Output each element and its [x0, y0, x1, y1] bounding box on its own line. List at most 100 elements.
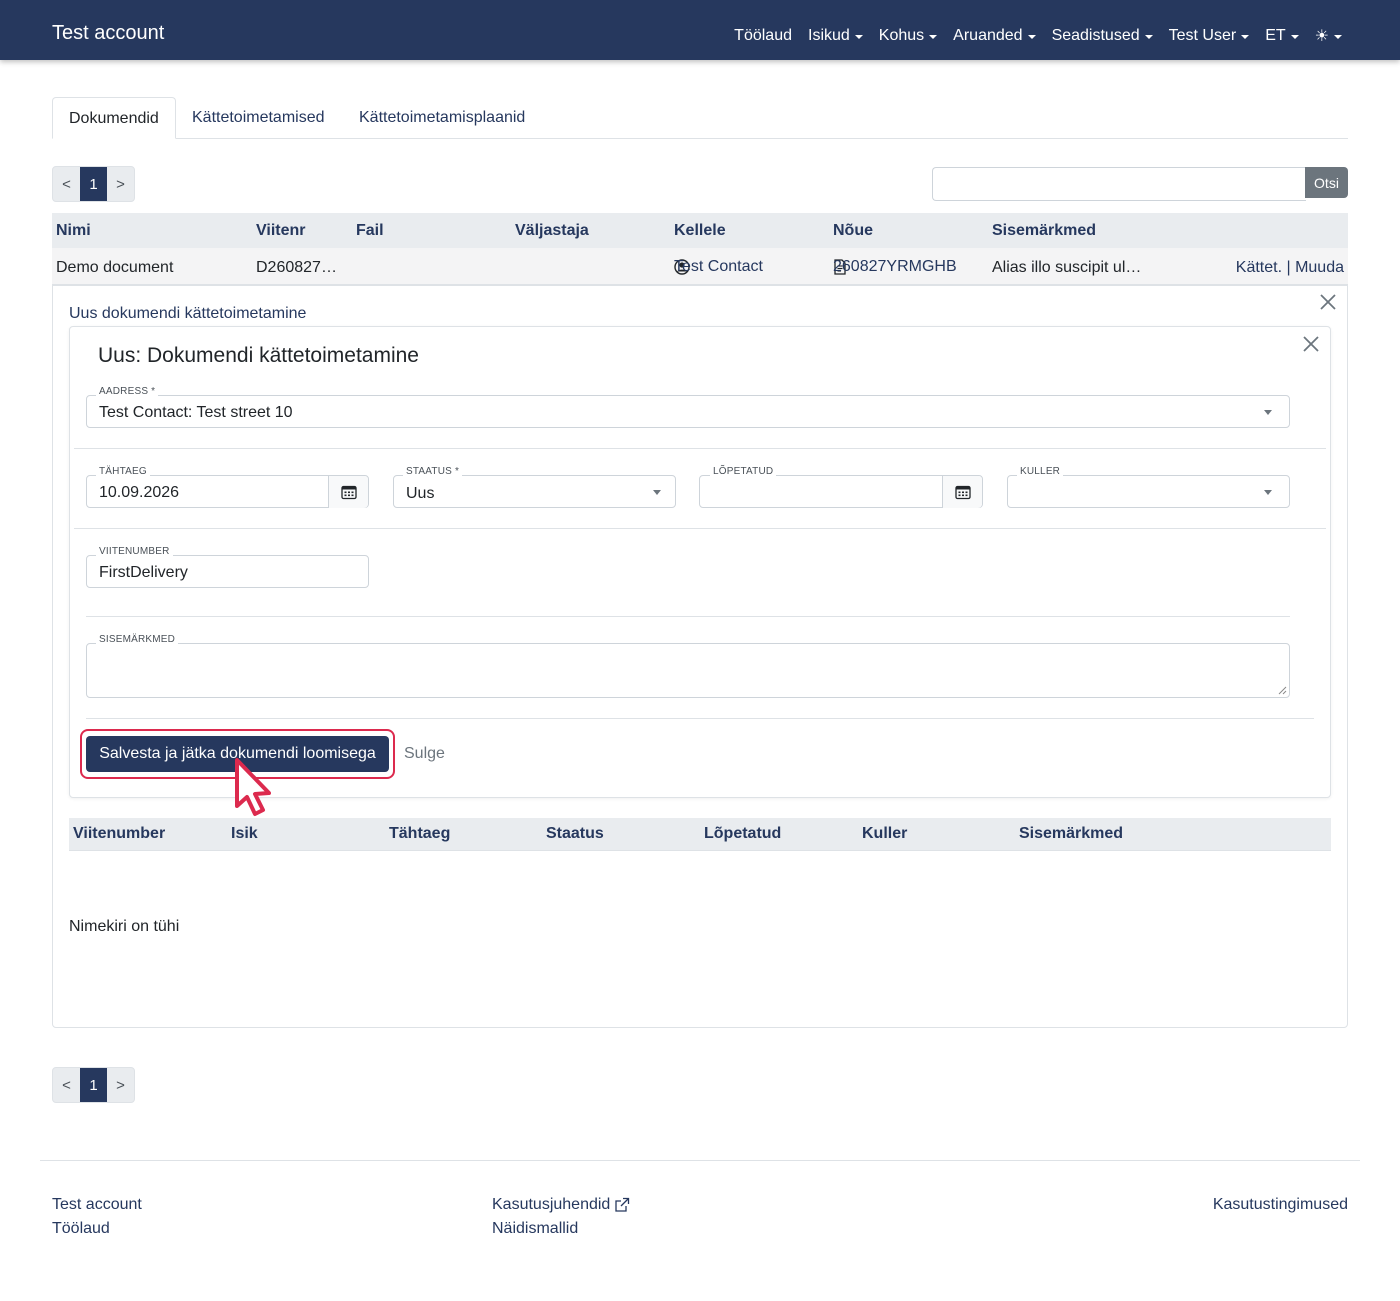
tab-dokumendid[interactable]: Dokumendid	[52, 97, 176, 139]
reference-number-value: FirstDelivery	[99, 564, 188, 581]
pagination-top: < 1 >	[52, 166, 135, 202]
empty-list-message: Nimekiri on tühi	[69, 918, 180, 935]
top-navbar: Test account Töölaud Isikud Kohus Aruand…	[0, 0, 1400, 60]
column-header-viitenumber[interactable]: Viitenumber	[73, 825, 165, 843]
column-header-valjastaja[interactable]: Väljastaja	[515, 222, 589, 240]
edit-link[interactable]: Muuda	[1295, 259, 1344, 276]
nav-item-toolaud[interactable]: Töölaud	[734, 27, 792, 45]
reference-number-label: VIITENUMBER	[96, 546, 173, 557]
chevron-down-icon	[653, 490, 661, 495]
form-title: Uus: Dokumendi kättetoimetamine	[98, 344, 419, 367]
internal-notes-label: SISEMÄRKMED	[96, 634, 179, 645]
deliveries-table-header: Viitenumber Isik Tähtaeg Staatus Lõpetat…	[69, 818, 1331, 851]
pager-page-button[interactable]: 1	[80, 167, 107, 201]
pager-prev-button[interactable]: <	[53, 167, 80, 201]
nav-item-label: Isikud	[808, 27, 850, 44]
pager-next-button[interactable]: >	[107, 167, 134, 201]
divider	[86, 616, 1290, 617]
mouse-pointer-icon	[235, 758, 271, 816]
footer-link-account[interactable]: Test account	[52, 1196, 142, 1214]
action-separator: |	[1286, 259, 1291, 276]
cell-nimi: Demo document	[56, 259, 174, 276]
brand-link[interactable]: Test account	[52, 22, 164, 45]
column-header-tahtaeg[interactable]: Tähtaeg	[389, 825, 450, 843]
nav-item-seadistused[interactable]: Seadistused	[1052, 27, 1153, 45]
footer-link-templates[interactable]: Näidismallid	[492, 1220, 578, 1238]
close-icon[interactable]	[1301, 334, 1321, 359]
panel-title: Uus dokumendi kättetoimetamine	[69, 305, 307, 322]
column-header-isik[interactable]: Isik	[231, 825, 258, 843]
calendar-button[interactable]	[328, 476, 368, 508]
due-date-label: TÄHTAEG	[96, 466, 150, 477]
reference-number-input[interactable]: FirstDelivery	[86, 555, 369, 588]
pager-next-button[interactable]: >	[107, 1068, 134, 1102]
column-header-sisemarkmed[interactable]: Sisemärkmed	[992, 222, 1096, 240]
nav-item-label: Kohus	[878, 27, 925, 44]
column-header-fail[interactable]: Fail	[356, 222, 384, 240]
column-header-lopetatud[interactable]: Lõpetatud	[704, 825, 781, 843]
courier-select[interactable]	[1007, 475, 1290, 508]
nav-item-aruanded[interactable]: Aruanded	[953, 27, 1036, 45]
caret-down-icon	[1290, 35, 1299, 39]
nav-item-label: Seadistused	[1051, 27, 1140, 44]
external-link-icon	[615, 1197, 630, 1212]
caret-down-icon	[1144, 35, 1153, 39]
nav-item-kohus[interactable]: Kohus	[878, 27, 938, 45]
pagination-bottom: < 1 >	[52, 1067, 135, 1103]
deliver-link[interactable]: Kättet.	[1236, 259, 1282, 276]
theme-toggle[interactable]: ☀	[1315, 26, 1342, 46]
caret-down-icon	[1241, 35, 1250, 39]
close-button[interactable]: Sulge	[404, 745, 445, 763]
nav-item-label: Aruanded	[953, 27, 1023, 44]
footer-divider	[40, 1160, 1360, 1161]
chevron-down-icon	[1264, 410, 1272, 415]
nav-item-label: Test User	[1168, 27, 1237, 44]
contact-link-label: Test Contact	[674, 258, 763, 275]
column-header-noue[interactable]: Nõue	[833, 222, 873, 240]
cell-sisemarkmed: Alias illo suscipit ul…	[992, 259, 1142, 276]
address-select[interactable]: Test Contact: Test street 10	[86, 395, 1290, 428]
nav-item-user[interactable]: Test User	[1169, 27, 1250, 45]
contact-link[interactable]: Test Contact	[674, 258, 763, 275]
due-date-field[interactable]: 10.09.2026	[86, 475, 369, 508]
calendar-button[interactable]	[942, 476, 982, 508]
column-header-viitenr[interactable]: Viitenr	[256, 222, 306, 240]
footer-link-manuals-label: Kasutusjuhendid	[492, 1196, 611, 1213]
claim-link-label: 260827YRMGHB	[833, 258, 957, 275]
due-date-value: 10.09.2026	[99, 484, 180, 501]
claim-link[interactable]: 260827YRMGHB	[833, 258, 957, 275]
tab-bar: Dokumendid Kättetoimetamised Kättetoimet…	[52, 97, 1348, 139]
footer-link-toolaud[interactable]: Töölaud	[52, 1220, 110, 1238]
footer-link-manuals[interactable]: Kasutusjuhendid	[492, 1196, 630, 1214]
column-header-staatus[interactable]: Staatus	[546, 825, 604, 843]
chevron-down-icon	[1264, 490, 1272, 495]
caret-down-icon	[929, 35, 938, 39]
caret-down-icon	[1334, 35, 1342, 39]
status-label: STAATUS *	[403, 466, 463, 477]
close-icon[interactable]	[1318, 292, 1338, 317]
internal-notes-textarea[interactable]	[86, 643, 1290, 698]
address-label: AADRESS *	[96, 386, 159, 397]
nav-item-isikud[interactable]: Isikud	[808, 27, 863, 45]
divider	[74, 448, 1326, 449]
column-header-nimi[interactable]: Nimi	[56, 222, 91, 240]
row-actions: Kättet. | Muuda	[1236, 259, 1344, 277]
column-header-sisemarkmed[interactable]: Sisemärkmed	[1019, 825, 1123, 843]
search-input[interactable]	[932, 167, 1306, 201]
completed-date-field[interactable]	[699, 475, 983, 508]
nav-item-language[interactable]: ET	[1265, 27, 1299, 45]
column-header-kuller[interactable]: Kuller	[862, 825, 907, 843]
caret-down-icon	[1027, 35, 1036, 39]
divider	[74, 528, 1326, 529]
tab-kattetoimetamised[interactable]: Kättetoimetamised	[176, 97, 341, 139]
footer-link-terms[interactable]: Kasutustingimused	[1213, 1196, 1348, 1214]
pager-page-button[interactable]: 1	[80, 1068, 107, 1102]
tab-kattetoimetamisplaanid[interactable]: Kättetoimetamisplaanid	[343, 97, 541, 139]
pager-prev-button[interactable]: <	[53, 1068, 80, 1102]
search-button[interactable]: Otsi	[1305, 167, 1348, 198]
nav-item-label: ET	[1265, 27, 1286, 44]
resize-handle-icon[interactable]	[1277, 685, 1287, 695]
column-header-kellele[interactable]: Kellele	[674, 222, 726, 240]
status-select[interactable]: Uus	[393, 475, 676, 508]
table-row[interactable]: Demo document D260827… Test Contact 2608…	[52, 248, 1348, 285]
